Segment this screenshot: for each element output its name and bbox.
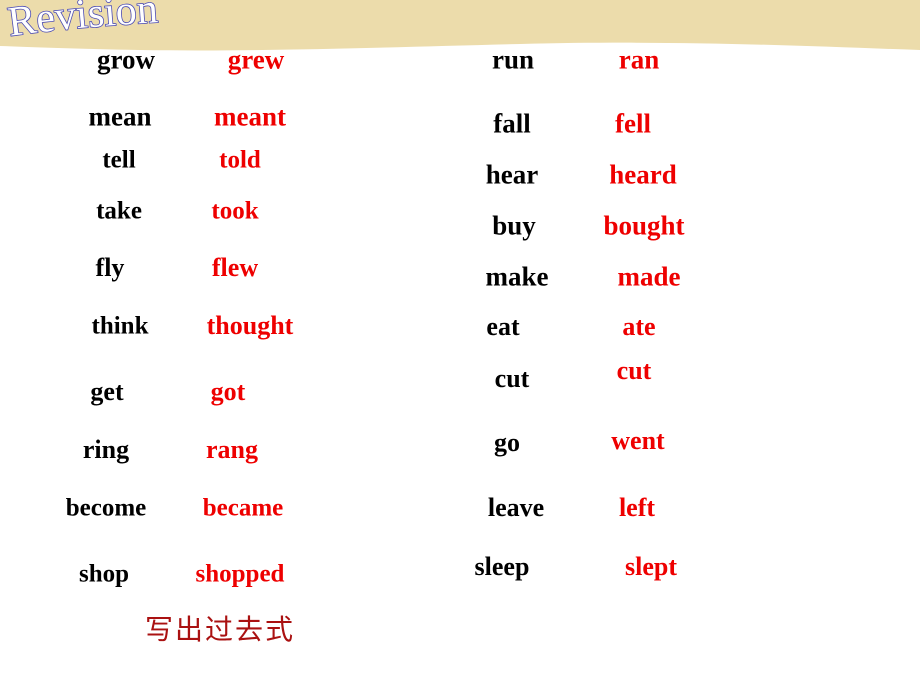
verb-past: fell — [615, 108, 651, 139]
verb-past: thought — [206, 311, 294, 340]
verb-base: take — [96, 197, 142, 225]
verb-past: got — [210, 377, 246, 406]
verb-base: eat — [486, 312, 520, 341]
verb-past: meant — [214, 101, 286, 132]
verb-base: run — [491, 44, 535, 75]
verb-base: think — [91, 312, 149, 340]
verb-past: made — [617, 261, 681, 292]
verb-base: go — [494, 428, 520, 457]
verb-past: heard — [609, 159, 677, 190]
verb-base: ring — [82, 435, 130, 464]
verb-past: told — [219, 146, 261, 174]
verb-past: grew — [227, 44, 285, 75]
verb-past: became — [202, 494, 284, 522]
instruction-text: 写出过去式 — [144, 613, 296, 646]
verb-base: mean — [88, 101, 152, 132]
verb-base: get — [90, 377, 124, 406]
verb-base: fly — [95, 253, 125, 282]
verb-past: cut — [616, 356, 652, 385]
verb-base: leave — [487, 493, 545, 522]
verb-base: cut — [494, 364, 530, 393]
verb-past: took — [211, 197, 259, 225]
verb-past: went — [611, 426, 665, 455]
verb-base: grow — [97, 44, 155, 75]
verb-base: become — [65, 494, 147, 522]
verb-base: fall — [493, 108, 531, 139]
verb-base: shop — [78, 560, 130, 588]
verb-past: flew — [211, 253, 259, 282]
verb-past: ate — [622, 312, 656, 341]
verb-past: shopped — [195, 560, 285, 588]
verb-base: hear — [485, 159, 539, 190]
verb-past: ran — [618, 44, 660, 75]
verb-past: bought — [603, 210, 685, 241]
verb-base: tell — [102, 146, 136, 174]
verb-base: sleep — [474, 552, 530, 581]
verb-past: left — [618, 493, 656, 522]
verb-past: rang — [206, 435, 258, 464]
slide-canvas: Revision grow grew mean meant tell told take to… — [0, 0, 920, 690]
verb-past: slept — [625, 552, 677, 581]
verb-base: make — [485, 261, 549, 292]
verb-base: buy — [492, 210, 536, 241]
